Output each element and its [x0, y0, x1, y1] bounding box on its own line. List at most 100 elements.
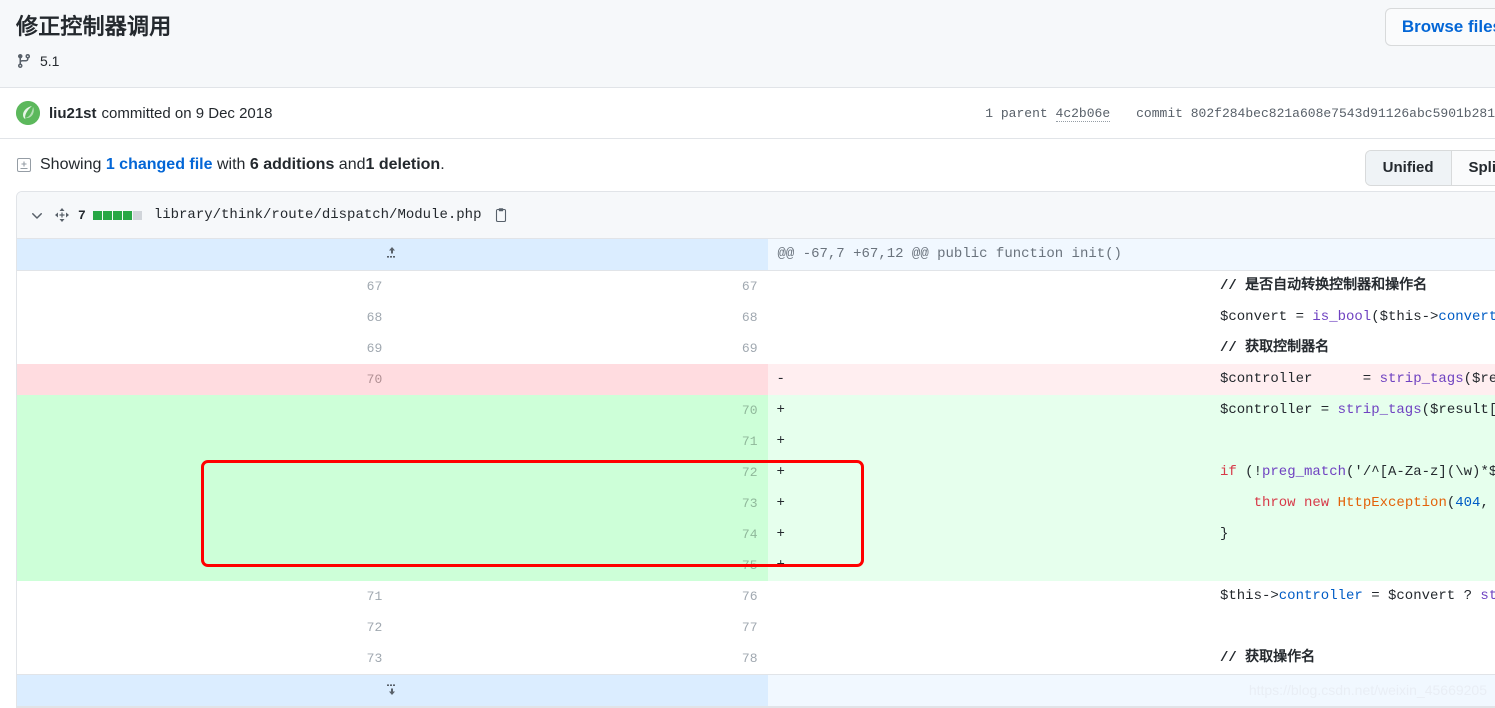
file-path[interactable]: library/think/route/dispatch/Module.php — [154, 207, 482, 223]
commit-date-text: committed on 9 Dec 2018 — [102, 105, 273, 122]
hunk-header-row: @@ -67,7 +67,12 @@ public function init(… — [17, 239, 1495, 271]
copy-icon[interactable] — [493, 207, 509, 223]
diffstat-block-neutral — [133, 211, 142, 220]
line-number-new[interactable]: 67 — [392, 271, 767, 303]
author-row: liu21st committed on 9 Dec 2018 1 parent… — [0, 88, 1495, 139]
line-number-old[interactable] — [17, 426, 392, 457]
line-number-old[interactable] — [17, 395, 392, 426]
line-number-new[interactable]: 76 — [392, 581, 767, 612]
diff-marker — [768, 581, 1143, 612]
line-number-old[interactable]: 68 — [17, 302, 392, 333]
deletions-count: 1 deletion — [366, 156, 441, 173]
parent-info: 1 parent 4c2b06e — [985, 106, 1110, 121]
line-number-old[interactable]: 73 — [17, 643, 392, 675]
branch-icon — [16, 53, 32, 69]
line-number-new[interactable]: 74 — [392, 519, 767, 550]
diff-marker — [768, 302, 1143, 333]
line-number-new[interactable]: 68 — [392, 302, 767, 333]
unified-view-button[interactable]: Unified — [1366, 151, 1451, 185]
line-number-new[interactable] — [392, 364, 767, 395]
move-vertical-icon[interactable] — [54, 207, 70, 223]
code-line: throw new HttpException(404, 'controller… — [1143, 488, 1495, 519]
expand-down-button[interactable] — [17, 675, 768, 707]
diff-marker: + — [768, 519, 1143, 550]
file-diff-icon — [16, 157, 32, 173]
code-line: $this->controller = $convert ? strtolowe… — [1143, 581, 1495, 612]
diff-row-addition: 72 + if (!preg_match('/^[A-Za-z](\w)*$/'… — [17, 457, 1495, 488]
diff-row-deletion: 70 - $controller = strip_tags($result[1]… — [17, 364, 1495, 395]
code-line: // 是否自动转换控制器和操作名 — [1143, 271, 1495, 303]
expand-up-button[interactable] — [17, 239, 768, 271]
watermark: https://blog.csdn.net/weixin_45669205 — [1249, 682, 1487, 698]
diff-marker: + — [768, 550, 1143, 581]
code-line: // 获取操作名 — [1143, 643, 1495, 675]
commit-header: 修正控制器调用 5.1 Browse files — [0, 0, 1495, 88]
diff-row-context: 69 69 // 获取控制器名 — [17, 333, 1495, 364]
author-name[interactable]: liu21st — [49, 105, 97, 122]
code-line — [1143, 612, 1495, 643]
diff-summary-row: Showing 1 changed file with 6 additions … — [0, 139, 1495, 191]
diff-row-context: 68 68 $convert = is_bool($this->convert)… — [17, 302, 1495, 333]
expand-down-icon — [384, 681, 400, 697]
chevron-down-icon[interactable] — [29, 207, 45, 223]
diff-marker: - — [768, 364, 1143, 395]
diff-row-addition: 71 + — [17, 426, 1495, 457]
additions-count: 6 additions — [250, 156, 334, 173]
file-diff-box: 7 library/think/route/dispatch/Module.ph… — [16, 191, 1495, 708]
diffstat-block-add — [93, 211, 102, 220]
diff-marker: + — [768, 395, 1143, 426]
diff-row-addition: 70 + $controller = strip_tags($result[1]… — [17, 395, 1495, 426]
parent-hash[interactable]: 4c2b06e — [1056, 106, 1111, 122]
and-label: and — [339, 156, 366, 173]
diff-marker: + — [768, 488, 1143, 519]
diffstat-squares — [93, 211, 142, 220]
line-number-old[interactable]: 72 — [17, 612, 392, 643]
diff-view-toggle[interactable]: Unified Split — [1365, 150, 1495, 186]
diff-summary-text: Showing 1 changed file with 6 additions … — [40, 156, 445, 174]
line-number-new[interactable]: 77 — [392, 612, 767, 643]
split-view-button[interactable]: Split — [1451, 151, 1495, 185]
period: . — [440, 156, 444, 173]
line-number-new[interactable]: 73 — [392, 488, 767, 519]
line-number-old[interactable] — [17, 488, 392, 519]
diff-row-context: 72 77 — [17, 612, 1495, 643]
diff-marker — [768, 333, 1143, 364]
expand-up-icon — [384, 245, 400, 261]
diff-row-context: 71 76 $this->controller = $convert ? str… — [17, 581, 1495, 612]
diffstat-block-add — [103, 211, 112, 220]
line-number-old[interactable]: 69 — [17, 333, 392, 364]
line-number-new[interactable]: 72 — [392, 457, 767, 488]
diff-marker — [768, 612, 1143, 643]
line-number-new[interactable]: 71 — [392, 426, 767, 457]
branch-row: 5.1 — [16, 53, 1479, 69]
line-number-old[interactable]: 70 — [17, 364, 392, 395]
code-line — [1143, 426, 1495, 457]
code-line: $controller = strip_tags($result[1] ?: $… — [1143, 395, 1495, 426]
branch-name[interactable]: 5.1 — [40, 53, 59, 69]
code-line: $controller = strip_tags($result[1] ?: $… — [1143, 364, 1495, 395]
diff-row-context: 73 78 // 获取操作名 — [17, 643, 1495, 675]
diffstat-block-add — [113, 211, 122, 220]
line-number-old[interactable]: 67 — [17, 271, 392, 303]
line-number-new[interactable]: 70 — [392, 395, 767, 426]
diff-marker — [768, 271, 1143, 303]
commit-title: 修正控制器调用 — [16, 12, 1479, 42]
line-number-old[interactable]: 71 — [17, 581, 392, 612]
diff-row-context: 67 67 // 是否自动转换控制器和操作名 — [17, 271, 1495, 303]
code-line: } — [1143, 519, 1495, 550]
avatar[interactable] — [16, 101, 40, 125]
commit-sha[interactable]: 802f284bec821a608e7543d91126abc5901b281 — [1191, 106, 1495, 121]
changed-file-link[interactable]: 1 changed file — [106, 156, 213, 173]
line-number-old[interactable] — [17, 457, 392, 488]
code-line: if (!preg_match('/^[A-Za-z](\w)*$/', $co… — [1143, 457, 1495, 488]
browse-files-button[interactable]: Browse files — [1385, 8, 1495, 46]
line-number-new[interactable]: 69 — [392, 333, 767, 364]
line-number-new[interactable]: 75 — [392, 550, 767, 581]
with-label: with — [217, 156, 245, 173]
commit-sha-label: commit — [1136, 106, 1183, 121]
parent-count: 1 parent — [985, 106, 1047, 121]
line-number-old[interactable] — [17, 519, 392, 550]
line-number-old[interactable] — [17, 550, 392, 581]
line-number-new[interactable]: 78 — [392, 643, 767, 675]
hunk-header-text: @@ -67,7 +67,12 @@ public function init(… — [768, 239, 1495, 271]
